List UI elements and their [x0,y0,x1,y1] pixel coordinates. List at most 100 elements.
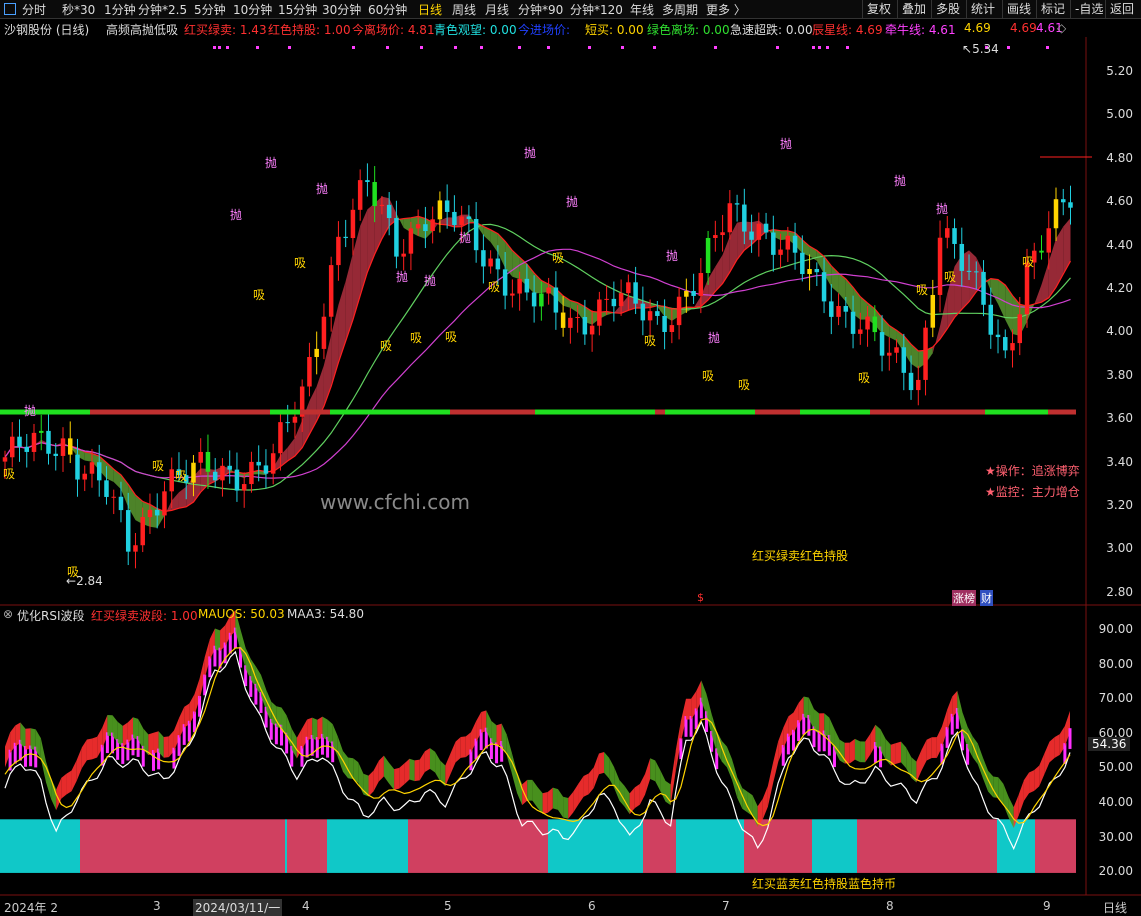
candle-body [792,235,798,253]
candle-body [191,462,196,483]
candle-body [582,316,588,335]
candle-body [959,243,965,271]
buy-mark: 吸 [1022,255,1034,269]
candle-body [75,454,80,480]
price-tick: 4.40 [1106,237,1133,252]
candle-body [1039,250,1044,253]
rsi-title[interactable]: 优化RSI波段 [17,607,85,624]
candle-body [140,517,145,546]
rsi-band [1003,783,1009,818]
rsi-state-band [643,819,676,873]
date-tick: 5 [444,899,452,913]
rsi-band [537,787,543,815]
rsi-tick: 80.00 [1098,656,1133,671]
sell-mark: 抛 [265,155,277,170]
candle-body [945,228,950,238]
kline-chart[interactable]: 抛抛抛抛抛 抛抛抛抛抛抛抛抛抛吸吸吸吸吸吸吸吸 吸吸吸吸吸吸 吸吸吸吸 [0,0,1141,916]
rsi-state-band [285,819,287,873]
rsi-band [66,770,72,795]
rsi-band [926,737,932,761]
candle-body [908,372,914,391]
candle-body [676,296,682,326]
rsi-band [849,738,855,764]
buy-mark: 吸 [294,256,306,270]
sell-mark: 抛 [396,269,408,284]
candle-body [894,347,899,353]
rsi-band [389,762,395,790]
candle-body [394,218,399,257]
price-tick: 4.20 [1106,281,1133,295]
candle-body [379,204,385,207]
candle-body [53,453,58,456]
status-strip [1048,409,1076,415]
trend-band [1041,261,1049,303]
rsi-band [368,770,374,797]
buy-mark: 吸 [380,339,392,353]
candle-body [437,200,443,220]
price-tick: 3.40 [1106,454,1133,469]
rsi-band [542,792,548,815]
rsi-close-icon[interactable]: ⊗ [3,607,13,621]
candle-body [589,325,595,335]
signal-dot [1046,46,1049,49]
candle-body [488,258,493,267]
candle-body [96,462,102,481]
signal-dot [454,46,457,49]
period-label[interactable]: 日线 [1103,899,1127,916]
signal-dot [812,46,815,49]
signal-dot [518,46,521,49]
event-zt-badge[interactable]: 涨榜 [952,590,976,606]
status-strip [300,409,330,415]
rsi-state-band [997,819,1035,873]
candle-body [865,316,870,330]
candle-body [1010,343,1015,351]
candle-body [560,312,566,328]
rsi-band [901,741,907,769]
candle-body [981,271,986,305]
candle-body [756,223,762,240]
signal-dot [386,46,389,49]
info-scroll-icon[interactable]: ◇ [1057,21,1066,35]
candle-body [763,223,769,233]
trend-band [715,254,723,292]
rsi-band [773,741,779,784]
rsi-band [460,736,466,758]
signal-dot [818,46,821,49]
main-legend: 红买绿卖红色持股 [752,549,849,563]
candle-body [459,216,464,225]
candle-body [278,422,283,454]
event-s-icon[interactable]: $ [697,591,704,604]
signal-dot [826,46,829,49]
rsi-band [1018,780,1024,816]
rsi-band [645,758,651,795]
candle-body [234,469,240,491]
candle-body [118,496,124,511]
rsi-band [614,767,620,801]
candle-body [662,315,667,333]
candle-body [241,484,247,491]
rsi-band [634,783,640,809]
rsi-band [491,720,497,746]
rsi-band [824,713,830,739]
event-cai-badge[interactable]: 财 [980,590,993,606]
rsi-state-band [80,819,285,873]
candle-body [829,301,834,317]
candle-body [937,237,943,295]
rsi-band [598,752,605,775]
status-strip [270,409,300,415]
rsi-band [450,741,456,775]
rsi-band [56,777,62,811]
candle-body [916,379,921,391]
candle-body [321,316,327,349]
rsi-band [419,751,425,781]
candle-body [713,235,718,238]
sell-mark: 抛 [24,403,36,418]
candle-body [147,509,153,518]
date-tick: 3 [153,899,161,913]
candle-body [38,430,44,433]
sell-mark: 抛 [230,207,242,222]
buy-mark: 吸 [410,331,422,345]
trend-band [1063,218,1071,275]
candle-body [684,290,689,297]
rsi-band [522,779,528,806]
